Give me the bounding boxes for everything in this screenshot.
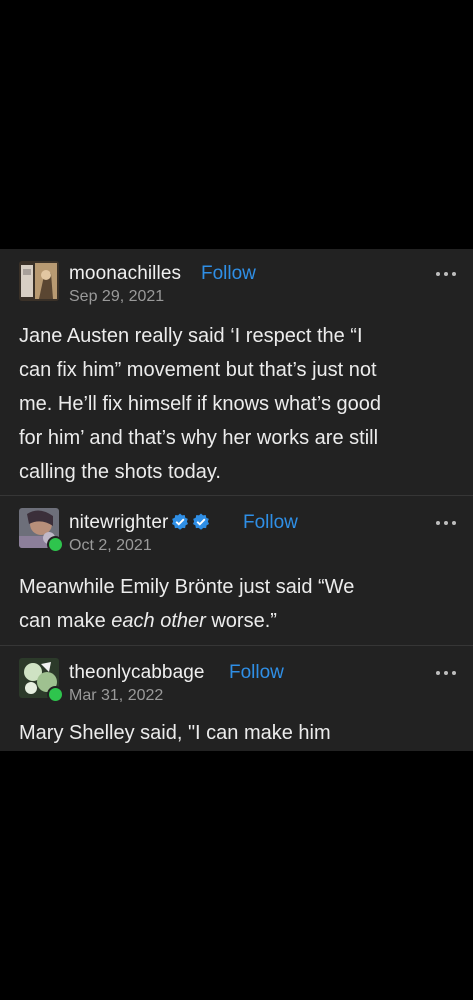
post-date: Sep 29, 2021 [69, 288, 165, 305]
post-body-line: for him’ and that’s why her works are st… [19, 427, 379, 449]
post-body-line: me. He’ll fix himself if knows what’s go… [19, 393, 381, 415]
post-body-line: calling the shots today. [19, 461, 221, 483]
post-body-line: can make each other worse.” [19, 604, 459, 638]
reblog-badge-icon [47, 686, 64, 703]
post-body-text: worse.” [205, 610, 277, 632]
post-body-line: Meanwhile Emily Brönte just said “We [19, 576, 355, 598]
more-options-icon[interactable] [436, 520, 456, 526]
follow-button[interactable]: Follow [201, 263, 256, 285]
post-date: Oct 2, 2021 [69, 537, 152, 554]
reblog-badge-icon [47, 536, 64, 553]
post-body-line: can fix him” movement but that’s just no… [19, 359, 377, 381]
post-nitewrighter: nitewrighter Follow Oct 2, 2021 Meanwhil… [0, 495, 473, 645]
post-body-text: can make [19, 610, 112, 632]
verified-icon [193, 513, 210, 530]
post-body-line: Mary Shelley said, "I can make him [19, 722, 331, 744]
more-options-icon[interactable] [436, 670, 456, 676]
username-text: nitewrighter [69, 512, 169, 533]
more-options-icon[interactable] [436, 271, 456, 277]
follow-button[interactable]: Follow [243, 512, 298, 534]
post-body: Mary Shelley said, "I can make him [19, 716, 459, 750]
post-thread: moonachilles Follow Sep 29, 2021 Jane Au… [0, 249, 473, 751]
post-body-emphasis: each other [111, 610, 206, 632]
post-theonlycabbage: theonlycabbage Follow Mar 31, 2022 Mary … [0, 645, 473, 751]
avatar[interactable] [19, 261, 59, 301]
username[interactable]: nitewrighter [69, 512, 210, 534]
post-moonachilles: moonachilles Follow Sep 29, 2021 Jane Au… [0, 249, 473, 495]
post-date: Mar 31, 2022 [69, 687, 164, 704]
post-body: Jane Austen really said ‘I respect the “… [19, 319, 459, 489]
post-body-line: Jane Austen really said ‘I respect the “… [19, 325, 363, 347]
follow-button[interactable]: Follow [229, 662, 284, 684]
post-body: Meanwhile Emily Brönte just said “We can… [19, 570, 459, 638]
username[interactable]: theonlycabbage [69, 662, 205, 684]
verified-icon [172, 513, 189, 530]
username[interactable]: moonachilles [69, 263, 181, 285]
